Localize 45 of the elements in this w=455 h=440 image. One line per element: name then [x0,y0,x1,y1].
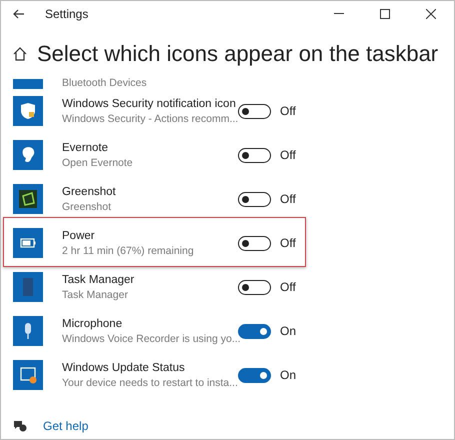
update-icon [13,360,43,390]
minimize-icon [334,13,344,15]
item-name: Power [62,230,95,242]
item-name: Evernote [62,142,108,154]
toggle-switch[interactable] [238,280,271,294]
help-icon [13,420,27,432]
toggle-state: On [280,368,296,382]
item-name: Windows Update Status [62,362,185,374]
toggle-state: On [280,324,296,338]
close-icon [426,9,436,19]
toggle-switch[interactable] [238,192,271,206]
toggle-switch[interactable] [238,148,271,162]
toggle-state: Off [280,104,296,118]
toggle-switch[interactable] [238,324,271,338]
item-subtitle: Windows Voice Recorder is using yo... [62,332,241,344]
toggle-state: Off [280,236,296,250]
toggle-state: Off [280,148,296,162]
toggle-switch[interactable] [238,368,271,382]
window-title: Settings [45,7,90,21]
item-subtitle: Open Evernote [62,156,133,168]
maximize-icon [380,9,390,19]
toggle-state: Off [280,192,296,206]
shield-icon [13,96,43,126]
item-subtitle: Task Manager [62,288,128,300]
back-button[interactable] [13,9,25,19]
toggle-switch[interactable] [238,104,271,118]
app-icon [13,79,43,89]
task-manager-icon [13,272,43,302]
item-subtitle: Bluetooth Devices [62,77,147,89]
toggle-state: Off [280,280,296,294]
item-subtitle: Your device needs to restart to insta... [62,376,238,388]
item-subtitle: 2 hr 11 min (67%) remaining [62,244,194,256]
item-subtitle: Windows Security - Actions recomm... [62,112,238,124]
item-name: Microphone [62,318,122,330]
item-name: Task Manager [62,274,134,286]
page-heading: Select which icons appear on the taskbar [37,41,438,67]
screenshot-icon [13,184,43,214]
item-name: Windows Security notification icon [62,98,236,110]
toggle-switch[interactable] [238,236,271,250]
battery-icon [13,228,43,258]
item-name: Greenshot [62,186,116,198]
item-subtitle: Greenshot [62,200,112,212]
help-link[interactable]: Get help [43,419,88,433]
home-icon[interactable] [13,47,27,61]
microphone-icon [13,316,43,346]
